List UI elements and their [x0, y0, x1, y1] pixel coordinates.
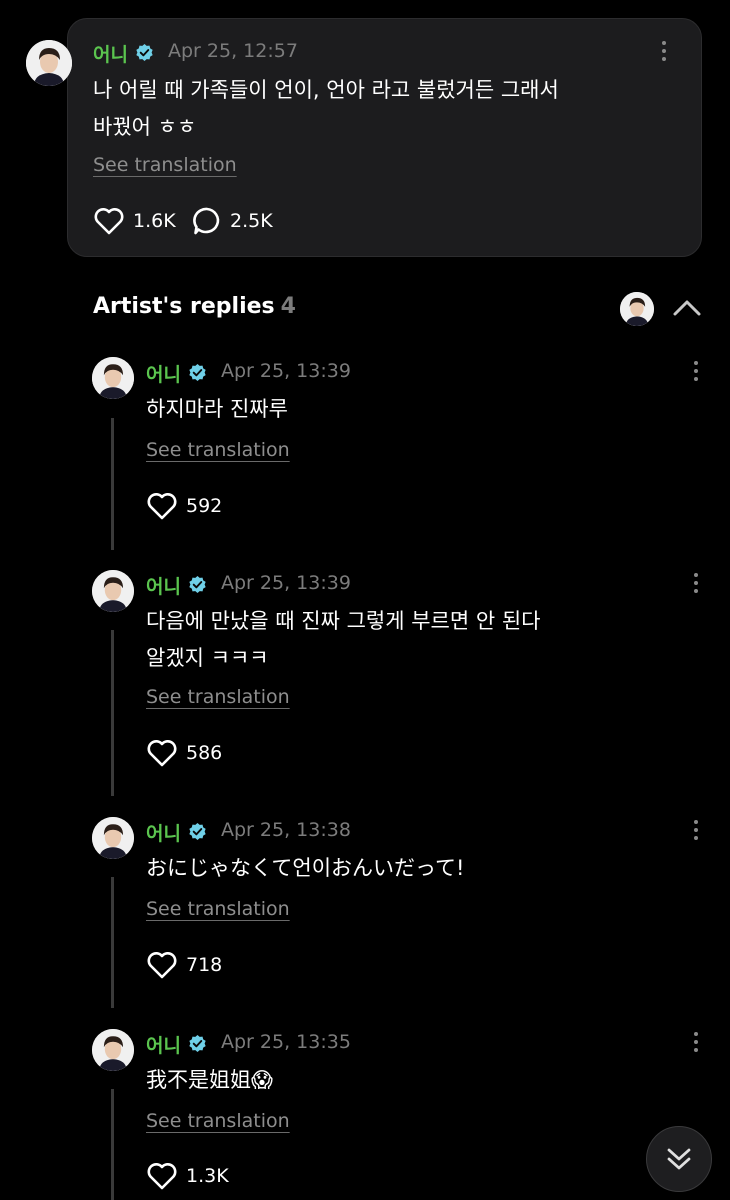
post-body-text: 나 어릴 때 가족들이 언이, 언아 라고 불렀거든 그래서 바꿨어 ㅎㅎ: [93, 78, 559, 139]
avatar-portrait-icon: [92, 817, 134, 859]
avatar-portrait-icon: [26, 40, 72, 86]
verified-icon: [189, 575, 206, 594]
thread-line: [111, 1089, 114, 1200]
more-icon-dot: [694, 573, 698, 577]
reply-avatar[interactable]: [92, 1029, 134, 1071]
heart-icon: [147, 493, 177, 520]
reply-body-text: 하지마라 진짜루: [146, 397, 288, 421]
more-icon-dot: [694, 369, 698, 373]
reply-body-text: おにじゃなくて언이おんいだって!: [146, 856, 465, 880]
reply-see-translation-link[interactable]: See translation: [146, 898, 290, 920]
heart-icon: [94, 208, 124, 235]
reply-see-translation-link[interactable]: See translation: [146, 439, 290, 461]
reply-timestamp: Apr 25, 13:38: [221, 819, 351, 841]
more-icon-dot: [662, 49, 666, 53]
more-icon-dot: [694, 828, 698, 832]
more-icon-dot: [662, 57, 666, 61]
avatar-portrait-icon: [92, 570, 134, 612]
reply-more-button[interactable]: [692, 361, 700, 385]
reply-more-button[interactable]: [692, 820, 700, 844]
more-icon-dot: [694, 377, 698, 381]
more-icon-dot: [662, 41, 666, 45]
more-icon-dot: [694, 581, 698, 585]
reply-like-count: 592: [186, 495, 223, 517]
reply-timestamp: Apr 25, 13:35: [221, 1031, 351, 1053]
reply-author-name[interactable]: 어니: [146, 360, 181, 387]
post-see-translation-link[interactable]: See translation: [93, 154, 237, 176]
reply-see-translation-link[interactable]: See translation: [146, 686, 290, 708]
reply-like-count: 1.3K: [186, 1165, 229, 1187]
replies-header-avatar: [620, 292, 654, 326]
comment-icon: [193, 207, 220, 235]
reply-like-button[interactable]: 592: [146, 491, 222, 521]
heart-icon: [147, 1163, 177, 1190]
reply-like-button[interactable]: 586: [146, 738, 222, 768]
reply-avatar[interactable]: [92, 817, 134, 859]
reply-see-translation-link[interactable]: See translation: [146, 1110, 290, 1132]
reply-timestamp: Apr 25, 13:39: [221, 572, 351, 594]
verified-icon: [189, 1034, 206, 1053]
more-icon-dot: [694, 820, 698, 824]
avatar-portrait-icon: [92, 1029, 134, 1071]
scroll-to-bottom-button[interactable]: [646, 1126, 712, 1192]
post-comment-button[interactable]: 2.5K: [192, 206, 273, 236]
post-author-name[interactable]: 어니: [93, 40, 128, 67]
more-icon-dot: [694, 1048, 698, 1052]
reply-like-count: 718: [186, 954, 223, 976]
reply-avatar[interactable]: [92, 357, 134, 399]
verified-icon: [136, 43, 153, 62]
avatar-portrait-icon: [92, 357, 134, 399]
reply-like-button[interactable]: 1.3K: [146, 1161, 229, 1191]
post-like-button[interactable]: 1.6K: [93, 206, 176, 236]
artist-replies-count: 4: [280, 294, 296, 319]
reply-body-text: 다음에 만났을 때 진짜 그렇게 부르면 안 된다 알겠지 ㅋㅋㅋ: [146, 609, 541, 670]
post-timestamp: Apr 25, 12:57: [168, 40, 298, 62]
verified-icon: [189, 363, 206, 382]
more-icon-dot: [694, 361, 698, 365]
post-avatar[interactable]: [26, 40, 72, 86]
reply-author-name[interactable]: 어니: [146, 1031, 181, 1058]
post-like-count: 1.6K: [133, 210, 176, 232]
double-chevron-down-icon: [667, 1148, 691, 1170]
post-more-button[interactable]: [660, 41, 668, 65]
reply-body-text: 我不是姐姐😱: [146, 1068, 273, 1092]
reply-more-button[interactable]: [692, 1032, 700, 1056]
post-comment-count: 2.5K: [230, 210, 273, 232]
more-icon-dot: [694, 1040, 698, 1044]
artist-replies-header: Artist's replies 4: [93, 294, 296, 319]
heart-icon: [147, 952, 177, 979]
verified-icon: [189, 822, 206, 841]
more-icon-dot: [694, 1032, 698, 1036]
thread-line: [111, 418, 114, 550]
avatar-portrait-icon: [620, 292, 654, 326]
more-icon-dot: [694, 836, 698, 840]
reply-like-button[interactable]: 718: [146, 950, 222, 980]
reply-timestamp: Apr 25, 13:39: [221, 360, 351, 382]
artist-replies-title: Artist's replies: [93, 294, 275, 319]
reply-more-button[interactable]: [692, 573, 700, 597]
thread-line: [111, 877, 114, 1008]
reply-avatar[interactable]: [92, 570, 134, 612]
reply-author-name[interactable]: 어니: [146, 819, 181, 846]
thread-line: [111, 630, 114, 796]
more-icon-dot: [694, 589, 698, 593]
reply-author-name[interactable]: 어니: [146, 572, 181, 599]
heart-icon: [147, 740, 177, 767]
reply-like-count: 586: [186, 742, 223, 764]
chevron-up-icon[interactable]: [670, 294, 704, 322]
